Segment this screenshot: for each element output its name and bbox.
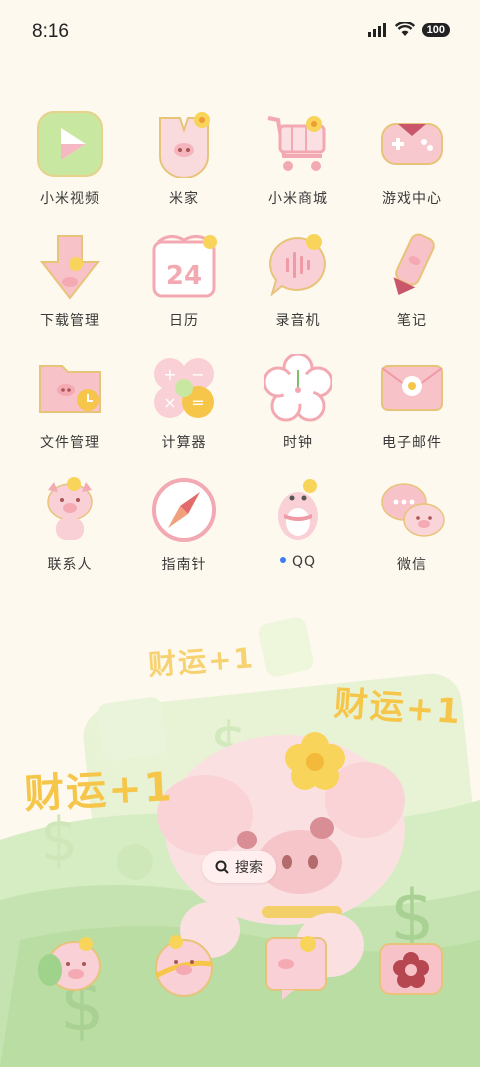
- pig-phone-icon: [38, 937, 101, 991]
- app-label: 米家: [169, 191, 199, 207]
- app-label: 日历: [169, 313, 199, 329]
- app-label: 小米视频: [40, 191, 100, 207]
- envelope-icon: [381, 365, 443, 411]
- dock-browser[interactable]: [148, 930, 220, 1002]
- app-calendar[interactable]: 24 日历: [128, 232, 240, 342]
- dock-camera[interactable]: [376, 930, 448, 1002]
- wallpaper-text-3: 财运+1: [23, 764, 175, 818]
- mijia-pig-icon: [159, 112, 210, 178]
- app-downloads[interactable]: 下载管理: [14, 232, 126, 342]
- pig-browser-icon: [154, 935, 213, 997]
- update-dot: [279, 557, 286, 563]
- wifi-icon: [394, 22, 415, 36]
- flower-camera-icon: [379, 943, 443, 995]
- wallpaper-text-2: 财运+1: [332, 683, 464, 733]
- app-label: QQ: [242, 554, 354, 570]
- wechat-bubbles-icon: [381, 483, 445, 537]
- svg-text:×: ×: [163, 393, 176, 412]
- app-contacts[interactable]: 联系人: [14, 476, 126, 586]
- play-video-icon: [37, 111, 103, 177]
- voice-recorder-icon: [269, 234, 326, 297]
- battery-indicator: 100: [421, 22, 450, 37]
- pig-contacts-icon: [47, 477, 93, 540]
- app-file-manager[interactable]: 文件管理: [14, 354, 126, 464]
- app-label: 录音机: [275, 313, 321, 329]
- calendar-icon: 24: [152, 235, 217, 298]
- app-game-center[interactable]: 游戏中心: [356, 110, 468, 220]
- app-label: 下载管理: [40, 313, 100, 329]
- app-compass[interactable]: 指南针: [128, 476, 240, 586]
- calculator-icon: + − × =: [154, 358, 214, 418]
- app-label: 文件管理: [40, 435, 100, 451]
- app-mi-video[interactable]: 小米视频: [14, 110, 126, 220]
- gamepad-icon: [381, 123, 443, 165]
- status-icons: 100: [367, 22, 450, 37]
- app-label: 游戏中心: [382, 191, 442, 207]
- app-label: 微信: [397, 557, 427, 573]
- svg-text:+: +: [163, 365, 176, 384]
- app-notes[interactable]: 笔记: [356, 232, 468, 342]
- app-label: 小米商城: [268, 191, 328, 207]
- svg-text:=: =: [191, 393, 204, 412]
- dock-messages[interactable]: [262, 930, 334, 1002]
- pig-message-icon: [265, 936, 327, 1000]
- app-label: 电子邮件: [382, 435, 442, 451]
- dock: [0, 930, 480, 1010]
- folder-icon: [39, 365, 101, 413]
- app-label: 时钟: [283, 435, 313, 451]
- app-label-text: QQ: [291, 554, 317, 570]
- penguin-qq-icon: [278, 479, 318, 540]
- app-label: 笔记: [397, 313, 427, 329]
- app-qq[interactable]: QQ: [242, 476, 354, 586]
- dock-phone[interactable]: [34, 930, 106, 1002]
- compass-icon: [152, 478, 216, 542]
- app-mi-store[interactable]: 小米商城: [242, 110, 354, 220]
- signal-icon: [367, 22, 386, 37]
- flower-clock-icon: [264, 354, 332, 422]
- shopping-cart-icon: [267, 116, 326, 171]
- search-icon: [215, 860, 229, 874]
- search-button[interactable]: 搜索: [202, 851, 276, 883]
- status-time: 8:16: [32, 21, 69, 42]
- app-label: 指南针: [161, 557, 207, 573]
- calendar-date: 24: [166, 261, 202, 291]
- app-clock[interactable]: 时钟: [242, 354, 354, 464]
- app-label: 联系人: [47, 557, 93, 573]
- app-label: 计算器: [161, 435, 207, 451]
- app-email[interactable]: 电子邮件: [356, 354, 468, 464]
- app-wechat[interactable]: 微信: [356, 476, 468, 586]
- search-label: 搜索: [235, 860, 263, 876]
- wallpaper-text-1: 财运+1: [147, 641, 257, 682]
- app-mijia[interactable]: 米家: [128, 110, 240, 220]
- download-arrow-icon: [39, 235, 101, 300]
- pencil-notes-icon: [393, 233, 435, 296]
- status-bar: 8:16 100: [0, 0, 480, 64]
- app-calculator[interactable]: + − × = 计算器: [128, 354, 240, 464]
- svg-text:−: −: [191, 365, 204, 384]
- app-recorder[interactable]: 录音机: [242, 232, 354, 342]
